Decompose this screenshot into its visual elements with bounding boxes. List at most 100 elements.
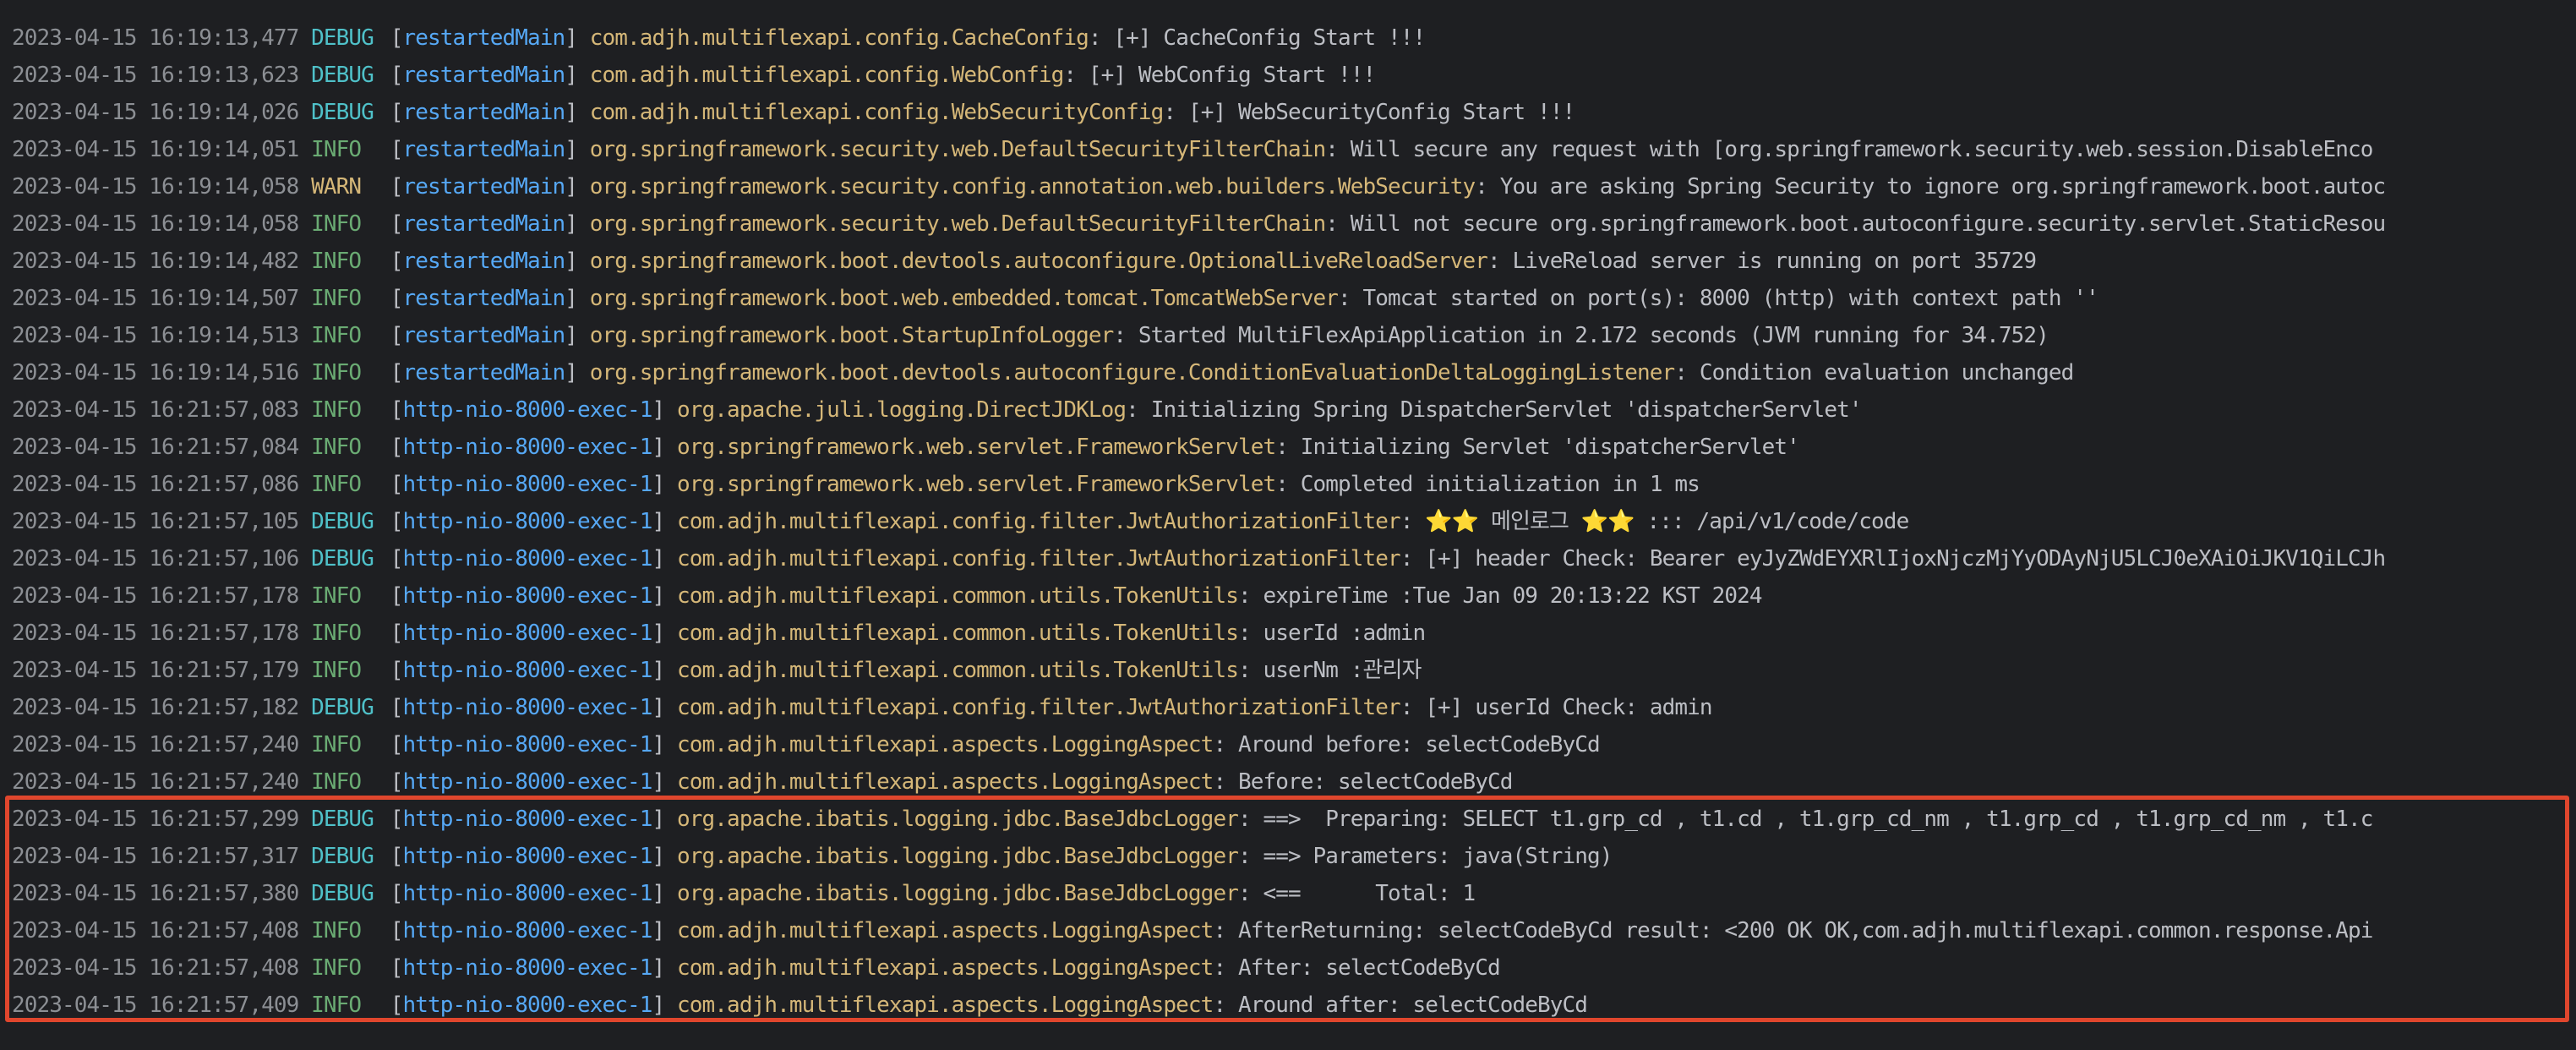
log-level: INFO [311, 137, 362, 162]
log-logger: org.apache.ibatis.logging.jdbc.BaseJdbcL… [677, 807, 1239, 832]
thread-bracket-open: [ [390, 732, 404, 757]
thread-bracket-open: [ [390, 769, 404, 795]
thread-bracket-close: ] [652, 807, 678, 832]
log-logger: com.adjh.multiflexapi.config.filter.JwtA… [677, 546, 1401, 571]
log-line[interactable]: 2023-04-15 16:21:57,182 DEBUG [http-nio-8… [12, 689, 1712, 726]
log-level: INFO [311, 621, 362, 646]
log-line[interactable]: 2023-04-15 16:21:57,408 INFO [http-nio-80… [12, 949, 1501, 987]
log-line[interactable]: 2023-04-15 16:21:57,240 INFO [http-nio-80… [12, 726, 1601, 763]
log-thread: http-nio-8000-exec-1 [402, 881, 652, 906]
log-line[interactable]: 2023-04-15 16:21:57,409 INFO [http-nio-80… [12, 987, 1588, 1024]
log-logger: org.springframework.security.web.Default… [589, 137, 1326, 162]
log-line[interactable]: 2023-04-15 16:19:14,058 INFO [restartedMa… [12, 205, 2386, 243]
log-thread: http-nio-8000-exec-1 [402, 621, 652, 646]
log-line[interactable]: 2023-04-15 16:21:57,380 DEBUG [http-nio-8… [12, 875, 1476, 912]
log-line[interactable]: 2023-04-15 16:21:57,084 INFO [http-nio-80… [12, 429, 1800, 466]
log-message: [+] WebSecurityConfig Start !!! [1187, 100, 1575, 125]
log-timestamp: 2023-04-15 16:21:57,083 [12, 397, 299, 423]
log-line[interactable]: 2023-04-15 16:21:57,106 DEBUG [http-nio-8… [12, 540, 2386, 577]
log-separator: : [1088, 25, 1114, 51]
log-line[interactable]: 2023-04-15 16:21:57,105 DEBUG [http-nio-8… [12, 503, 1909, 540]
thread-bracket-close: ] [565, 360, 590, 386]
log-line[interactable]: 2023-04-15 16:21:57,178 INFO [http-nio-80… [12, 577, 1763, 615]
log-separator: : [1237, 621, 1263, 646]
log-line[interactable]: 2023-04-15 16:21:57,083 INFO [http-nio-80… [12, 391, 1863, 429]
log-line[interactable]: 2023-04-15 16:21:57,299 DEBUG [http-nio-8… [12, 801, 2373, 838]
log-message: Before: selectCodeByCd [1237, 769, 1513, 795]
log-timestamp: 2023-04-15 16:21:57,240 [12, 732, 299, 757]
thread-bracket-open: [ [390, 286, 404, 311]
log-separator: : [1237, 881, 1263, 906]
thread-bracket-close: ] [565, 63, 590, 88]
log-thread: restartedMain [402, 249, 565, 274]
thread-bracket-open: [ [390, 807, 404, 832]
thread-bracket-open: [ [390, 100, 404, 125]
log-logger: org.springframework.security.web.Default… [589, 211, 1326, 237]
log-line[interactable]: 2023-04-15 16:19:14,513 INFO [restartedMa… [12, 317, 2049, 354]
thread-bracket-open: [ [390, 621, 404, 646]
log-line[interactable]: 2023-04-15 16:19:13,477 DEBUG [restartedM… [12, 19, 1426, 57]
log-logger: org.springframework.web.servlet.Framewor… [677, 472, 1276, 497]
thread-bracket-close: ] [652, 658, 678, 683]
log-logger: org.apache.juli.logging.DirectJDKLog [677, 397, 1127, 423]
console-output[interactable]: 2023-04-15 16:19:13,477 DEBUG [restartedM… [0, 0, 2576, 1050]
log-timestamp: 2023-04-15 16:19:14,058 [12, 174, 299, 200]
log-logger: com.adjh.multiflexapi.aspects.LoggingAsp… [677, 955, 1214, 981]
log-separator: : [1063, 63, 1089, 88]
log-thread: restartedMain [402, 100, 565, 125]
log-separator: : [1337, 286, 1363, 311]
log-logger: com.adjh.multiflexapi.config.WebConfig [589, 63, 1065, 88]
log-level: DEBUG [311, 881, 374, 906]
log-message: Initializing Spring DispatcherServlet 'd… [1150, 397, 1863, 423]
log-thread: restartedMain [402, 174, 565, 200]
log-line[interactable]: 2023-04-15 16:21:57,240 INFO [http-nio-80… [12, 763, 1513, 801]
log-separator: : [1237, 844, 1263, 869]
log-message: Completed initialization in 1 ms [1300, 472, 1700, 497]
log-logger: com.adjh.multiflexapi.aspects.LoggingAsp… [677, 993, 1214, 1018]
log-line[interactable]: 2023-04-15 16:21:57,317 DEBUG [http-nio-8… [12, 838, 1613, 875]
log-timestamp: 2023-04-15 16:21:57,106 [12, 546, 299, 571]
thread-bracket-open: [ [390, 137, 404, 162]
thread-bracket-close: ] [652, 769, 678, 795]
thread-bracket-close: ] [652, 583, 678, 609]
log-line[interactable]: 2023-04-15 16:19:14,507 INFO [restartedMa… [12, 280, 2099, 317]
log-separator: : [1275, 472, 1301, 497]
log-message: Condition evaluation unchanged [1699, 360, 2075, 386]
log-line[interactable]: 2023-04-15 16:21:57,179 INFO [http-nio-80… [12, 652, 1422, 689]
log-message: <== Total: 1 [1263, 881, 1476, 906]
log-thread: restartedMain [402, 63, 565, 88]
log-logger: com.adjh.multiflexapi.config.filter.JwtA… [677, 695, 1401, 720]
log-line[interactable]: 2023-04-15 16:19:13,623 DEBUG [restartedM… [12, 57, 1376, 94]
log-separator: : [1126, 397, 1151, 423]
log-line[interactable]: 2023-04-15 16:19:14,058 WARN [restartedMa… [12, 168, 2386, 205]
log-line[interactable]: 2023-04-15 16:19:14,051 INFO [restartedMa… [12, 131, 2373, 168]
thread-bracket-close: ] [652, 621, 678, 646]
log-message: Initializing Servlet 'dispatcherServlet' [1300, 435, 1800, 460]
log-timestamp: 2023-04-15 16:19:14,513 [12, 323, 299, 348]
log-thread: http-nio-8000-exec-1 [402, 546, 652, 571]
log-thread: http-nio-8000-exec-1 [402, 658, 652, 683]
log-level: DEBUG [311, 100, 374, 125]
log-line[interactable]: 2023-04-15 16:19:14,482 INFO [restartedMa… [12, 243, 2037, 280]
log-thread: http-nio-8000-exec-1 [402, 397, 652, 423]
thread-bracket-close: ] [565, 137, 590, 162]
thread-bracket-open: [ [390, 472, 404, 497]
log-logger: com.adjh.multiflexapi.aspects.LoggingAsp… [677, 918, 1214, 943]
log-level: WARN [311, 174, 362, 200]
log-level: INFO [311, 211, 362, 237]
thread-bracket-open: [ [390, 249, 404, 274]
log-line[interactable]: 2023-04-15 16:21:57,086 INFO [http-nio-80… [12, 466, 1700, 503]
log-level: DEBUG [311, 546, 374, 571]
thread-bracket-close: ] [652, 472, 678, 497]
log-line[interactable]: 2023-04-15 16:19:14,026 DEBUG [restartedM… [12, 94, 1575, 131]
log-line[interactable]: 2023-04-15 16:21:57,178 INFO [http-nio-80… [12, 615, 1426, 652]
log-separator: : [1275, 435, 1301, 460]
log-timestamp: 2023-04-15 16:19:13,477 [12, 25, 299, 51]
log-line[interactable]: 2023-04-15 16:21:57,408 INFO [http-nio-80… [12, 912, 2373, 949]
log-message: Will not secure org.springframework.boot… [1350, 211, 2386, 237]
log-thread: http-nio-8000-exec-1 [402, 993, 652, 1018]
log-timestamp: 2023-04-15 16:21:57,408 [12, 918, 299, 943]
log-logger: com.adjh.multiflexapi.common.utils.Token… [677, 583, 1239, 609]
log-line[interactable]: 2023-04-15 16:19:14,516 INFO [restartedMa… [12, 354, 2075, 391]
log-thread: restartedMain [402, 25, 565, 51]
